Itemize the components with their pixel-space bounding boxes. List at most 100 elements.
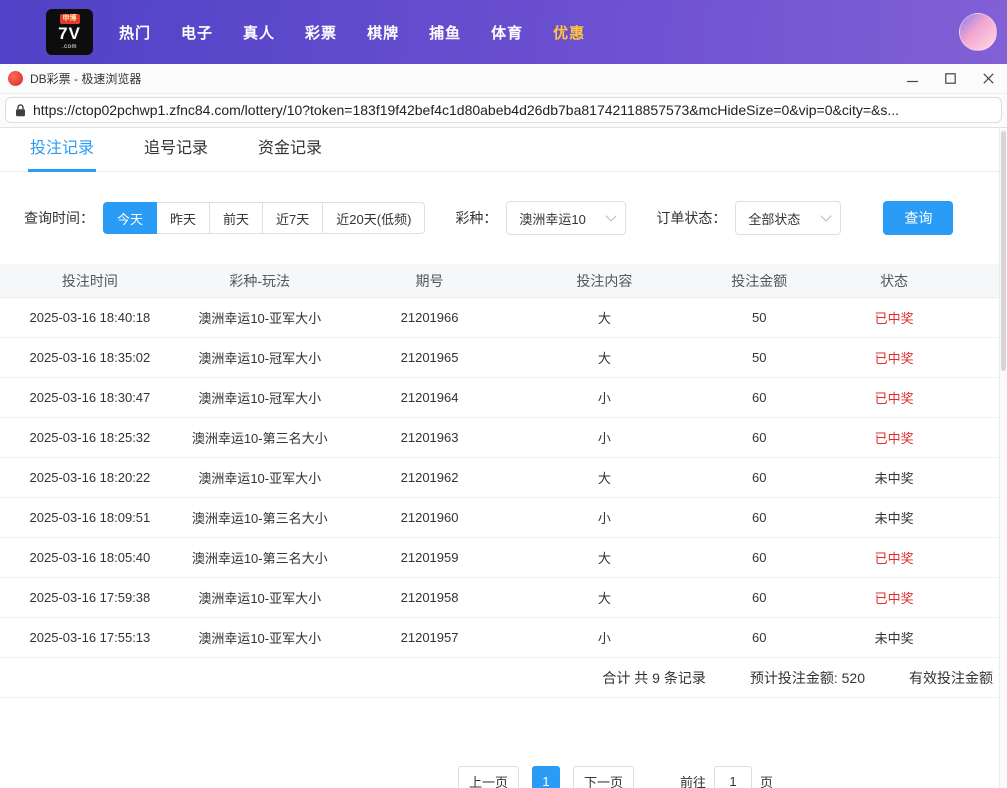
- bet-content-cell: 小: [597, 391, 611, 406]
- bet-time-cell: 2025-03-16 18:05:40: [29, 550, 151, 565]
- bet-content-cell: 小: [597, 431, 611, 446]
- scrollbar-thumb[interactable]: [1001, 131, 1006, 371]
- valid-amount-text: 有效投注金额: [909, 669, 993, 686]
- table-row: 2025-03-16 17:59:38 澳洲幸运10-亚军大小 21201958…: [0, 578, 999, 618]
- bet-time-cell: 2025-03-16 17:55:13: [29, 630, 151, 645]
- logo-badge: 申博: [59, 13, 80, 24]
- nav-item-lottery[interactable]: 彩票: [305, 22, 337, 43]
- chevron-down-icon: [605, 210, 618, 222]
- tab-chase-records[interactable]: 追号记录: [142, 134, 210, 171]
- status-cell: 已中奖: [874, 551, 914, 566]
- game-cell: 澳洲幸运10-第三名大小: [191, 551, 328, 566]
- maximize-button[interactable]: [931, 64, 969, 93]
- prev-page-button[interactable]: 上一页: [457, 766, 519, 788]
- nav-item-hot[interactable]: 热门: [119, 22, 151, 43]
- minimize-button[interactable]: [893, 64, 931, 93]
- lock-icon: [15, 103, 26, 117]
- status-cell: 已中奖: [874, 591, 914, 606]
- column-header: 投注时间: [61, 272, 118, 289]
- bet-content-cell: 大: [597, 471, 611, 486]
- issue-cell: 21201963: [400, 430, 459, 445]
- game-cell: 澳洲幸运10-冠军大小: [198, 351, 322, 366]
- logo-domain: .com: [61, 43, 77, 50]
- bet-time-cell: 2025-03-16 18:30:47: [29, 390, 151, 405]
- status-cell: 已中奖: [874, 351, 914, 366]
- browser-titlebar: DB彩票 - 极速浏览器: [0, 64, 1007, 94]
- order-status-value: 全部状态: [748, 211, 801, 227]
- nav-item-electronic[interactable]: 电子: [181, 22, 213, 43]
- amount-cell: 60: [751, 470, 767, 485]
- order-status-select[interactable]: 全部状态: [735, 201, 842, 235]
- game-cell: 澳洲幸运10-亚军大小: [198, 311, 322, 326]
- tab-fund-records[interactable]: 资金记录: [256, 134, 324, 171]
- nav-item-promotions[interactable]: 优惠: [553, 22, 585, 43]
- column-header: 状态: [880, 272, 909, 289]
- status-cell: 未中奖: [874, 631, 914, 646]
- game-cell: 澳洲幸运10-第三名大小: [191, 511, 328, 526]
- bet-content-cell: 小: [597, 631, 611, 646]
- time-filter-7days-button[interactable]: 近7天: [262, 202, 324, 234]
- status-cell: 未中奖: [874, 471, 914, 486]
- column-header: 期号: [415, 272, 444, 289]
- lottery-type-select[interactable]: 澳洲幸运10: [506, 201, 627, 235]
- close-button[interactable]: [969, 64, 1007, 93]
- close-icon: [982, 73, 994, 84]
- main-menu: 热门 电子 真人 彩票 棋牌 捕鱼 体育 优惠: [119, 22, 585, 43]
- amount-cell: 60: [751, 430, 767, 445]
- issue-cell: 21201962: [400, 470, 459, 485]
- nav-item-live[interactable]: 真人: [243, 22, 275, 43]
- site-nav: 申博 7V .com 热门 电子 真人 彩票 棋牌 捕鱼 体育 优惠: [0, 0, 1007, 64]
- game-cell: 澳洲幸运10-亚军大小: [198, 471, 322, 486]
- lottery-type-label: 彩种：: [455, 210, 498, 226]
- issue-cell: 21201964: [400, 390, 459, 405]
- time-filter-today-button[interactable]: 今天: [103, 202, 158, 234]
- nav-item-fishing[interactable]: 捕鱼: [429, 22, 461, 43]
- goto-page-label: 前往: [680, 774, 707, 788]
- query-button[interactable]: 查询: [883, 201, 954, 235]
- time-filter-label: 查询时间：: [24, 210, 94, 226]
- time-filter-daybefore-button[interactable]: 前天: [209, 202, 264, 234]
- lottery-records-page: 投注记录 追号记录 资金记录 查询时间： 今天 昨天 前天 近7天 近20天(低…: [0, 128, 1007, 788]
- user-avatar[interactable]: [959, 13, 997, 51]
- minimize-icon: [906, 80, 918, 83]
- bet-time-cell: 2025-03-16 18:40:18: [29, 310, 151, 325]
- time-filter-20days-button[interactable]: 近20天(低频): [322, 202, 426, 234]
- chevron-down-icon: [820, 210, 833, 222]
- amount-cell: 60: [751, 550, 767, 565]
- total-records-text: 合计 共 9 条记录: [602, 669, 706, 686]
- maximize-icon: [944, 73, 956, 84]
- amount-cell: 50: [751, 350, 767, 365]
- scrollbar[interactable]: [999, 129, 1007, 788]
- amount-cell: 50: [751, 310, 767, 325]
- site-logo[interactable]: 申博 7V .com: [46, 9, 93, 55]
- address-bar[interactable]: https://ctop02pchwp1.zfnc84.com/lottery/…: [5, 97, 1002, 123]
- page-1-button[interactable]: 1: [531, 766, 560, 788]
- amount-cell: 60: [751, 630, 767, 645]
- pagination: 上一页 1 下一页 前往 页: [0, 766, 999, 788]
- status-cell: 已中奖: [874, 391, 914, 406]
- table-header-row: 投注时间 彩种-玩法 期号 投注内容 投注金额 状态: [0, 264, 999, 298]
- table-row: 2025-03-16 18:25:32 澳洲幸运10-第三名大小 2120196…: [0, 418, 999, 458]
- bet-records-table: 投注时间 彩种-玩法 期号 投注内容 投注金额 状态 2025-03-16 18…: [0, 264, 999, 698]
- bet-content-cell: 小: [597, 511, 611, 526]
- tab-bet-records[interactable]: 投注记录: [28, 134, 97, 172]
- column-header: 投注内容: [576, 272, 633, 289]
- column-header: 投注金额: [731, 272, 788, 289]
- table-row: 2025-03-16 18:35:02 澳洲幸运10-冠军大小 21201965…: [0, 338, 999, 378]
- column-header: 彩种-玩法: [229, 272, 291, 289]
- nav-item-chess[interactable]: 棋牌: [367, 22, 399, 43]
- table-row: 2025-03-16 18:09:51 澳洲幸运10-第三名大小 2120196…: [0, 498, 999, 538]
- goto-page-input[interactable]: [714, 766, 753, 788]
- lottery-type-value: 澳洲幸运10: [519, 211, 586, 227]
- issue-cell: 21201957: [400, 630, 459, 645]
- bet-time-cell: 2025-03-16 18:35:02: [29, 350, 151, 365]
- bet-content-cell: 大: [597, 351, 611, 366]
- bet-time-cell: 2025-03-16 17:59:38: [29, 590, 151, 605]
- url-text: https://ctop02pchwp1.zfnc84.com/lottery/…: [33, 102, 900, 118]
- issue-cell: 21201960: [400, 510, 459, 525]
- table-row: 2025-03-16 18:30:47 澳洲幸运10-冠军大小 21201964…: [0, 378, 999, 418]
- nav-item-sports[interactable]: 体育: [491, 22, 523, 43]
- issue-cell: 21201965: [400, 350, 459, 365]
- time-filter-yesterday-button[interactable]: 昨天: [156, 202, 211, 234]
- next-page-button[interactable]: 下一页: [572, 766, 634, 788]
